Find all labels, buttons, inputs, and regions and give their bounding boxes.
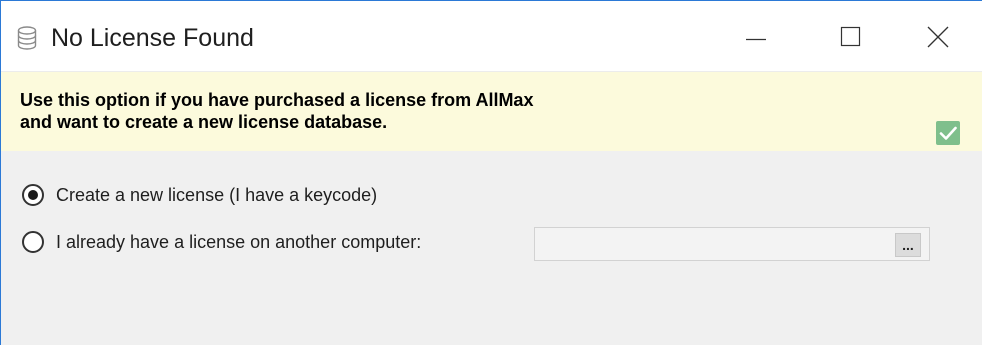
minimize-icon xyxy=(746,38,766,41)
checkmark-icon xyxy=(939,126,957,140)
maximize-button[interactable] xyxy=(801,1,891,71)
radio-selected-dot xyxy=(28,190,38,200)
maximize-icon xyxy=(840,26,861,47)
browse-button[interactable]: ... xyxy=(895,233,921,257)
radio-create-new-license[interactable] xyxy=(22,184,44,206)
database-icon xyxy=(17,26,37,50)
window-title: No License Found xyxy=(51,24,254,52)
banner-line-2: and want to create a new license databas… xyxy=(20,112,388,132)
radio-existing-license[interactable] xyxy=(22,231,44,253)
license-dialog-window: No License Found Use this option if you … xyxy=(0,0,982,345)
close-button[interactable] xyxy=(892,1,982,71)
banner-checkbox[interactable] xyxy=(936,121,960,145)
option-existing-license-label[interactable]: I already have a license on another comp… xyxy=(56,231,421,253)
banner-line-1: Use this option if you have purchased a … xyxy=(20,90,534,110)
banner-message: Use this option if you have purchased a … xyxy=(20,89,840,133)
minimize-button[interactable] xyxy=(711,1,801,71)
option-create-new-license-label[interactable]: Create a new license (I have a keycode) xyxy=(56,184,377,206)
title-bar: No License Found xyxy=(1,1,982,72)
info-banner: Use this option if you have purchased a … xyxy=(1,72,982,151)
close-icon xyxy=(927,26,949,48)
license-path-input[interactable] xyxy=(534,227,930,261)
